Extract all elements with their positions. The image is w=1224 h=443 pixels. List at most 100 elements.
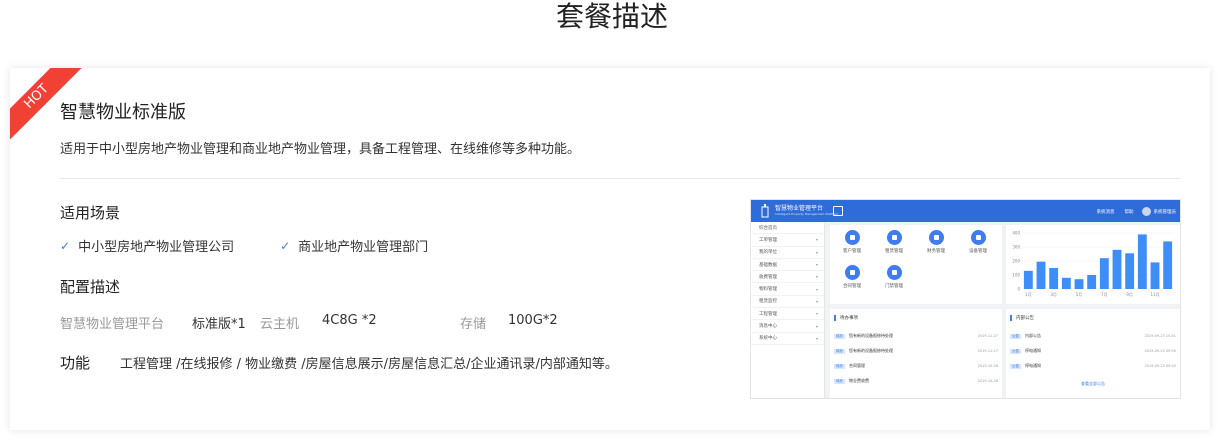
config-platform-label: 智慧物业管理平台 xyxy=(60,317,165,332)
x-tick-label: 3月 xyxy=(1050,292,1057,297)
shot-help: 帮助 xyxy=(1124,209,1134,215)
chevron-down-icon: ▾ xyxy=(815,335,818,341)
sidebar-item[interactable]: 基础数据 ▾ xyxy=(751,259,824,272)
quick-action[interactable]: 财务管理 xyxy=(916,230,956,254)
chevron-down-icon: ▾ xyxy=(815,311,818,317)
sidebar-item[interactable]: 工单管理 ▾ xyxy=(751,234,824,247)
shot-sidebar: 综合首页 工单管理 ▾ 我的单位 ▾ 基础数据 ▾ 收费管理 ▾ 物料管理 ▾ 租赁监控 ▾ 工程管理 ▾ 消… xyxy=(751,222,825,398)
y-tick-label: 400 xyxy=(1012,231,1020,236)
chart-bar xyxy=(1137,234,1147,289)
list-item[interactable]: 公告 停电通知 2019-09-23 09:00 xyxy=(1010,361,1176,371)
notice-title: 内部公告 xyxy=(1010,315,1034,321)
sidebar-item-label: 基础数据 xyxy=(759,262,777,268)
chart-bar xyxy=(1036,261,1046,289)
status-badge: 待办 xyxy=(834,363,845,369)
list-item[interactable]: 待办 物业费收费 2019-10-28 xyxy=(834,376,998,386)
quick-action[interactable]: 租赁管理 xyxy=(874,230,914,254)
sidebar-item[interactable]: 系统中心 ▾ xyxy=(751,333,824,345)
list-item[interactable]: 待办 您有新的设备报修待处理 2019-11-27 xyxy=(834,331,998,341)
config-storage-label: 存储 xyxy=(460,317,487,332)
sidebar-item[interactable]: 消息中心 ▾ xyxy=(751,320,824,333)
list-item-date: 2019-11-27 xyxy=(977,349,998,353)
chevron-down-icon: ▾ xyxy=(815,262,818,268)
sidebar-item[interactable]: 工程管理 ▾ xyxy=(751,308,824,321)
scenes-title: 适用场景 xyxy=(60,204,121,222)
y-tick-label: 200 xyxy=(1012,259,1020,264)
quick-action-label: 租赁管理 xyxy=(885,249,903,254)
scene-item: ✓ 中小型房地产物业管理公司 xyxy=(60,236,235,256)
status-badge: 待办 xyxy=(834,348,845,354)
config-row: 智慧物业管理平台 标准版*1 云主机 4C8G *2 存储 100G*2 xyxy=(60,313,558,332)
list-item-text: 停电通知 xyxy=(1025,348,1041,353)
list-item-text: 内部公告 xyxy=(1025,333,1041,338)
quick-action-label: 客户管理 xyxy=(843,249,861,254)
check-icon: ✓ xyxy=(60,238,71,253)
list-item-text: 您有新的设备报修待处理 xyxy=(849,348,893,353)
todo-panel: 待办事项 待办 您有新的设备报修待处理 2019-11-27 待办 您有新的设备报修待处… xyxy=(830,309,1002,398)
sidebar-item-label: 收费管理 xyxy=(759,274,777,280)
shot-msg: 系统消息 xyxy=(1096,209,1115,215)
list-item[interactable]: 待办 合同管理 2019-10-28 xyxy=(834,361,998,371)
module-icon xyxy=(886,230,902,245)
plan-card: HOT 智慧物业标准版 适用于中小型房地产物业管理和商业地产物业管理，具备工程管… xyxy=(10,68,1210,430)
list-item-date: 2019-10-28 xyxy=(977,364,998,368)
list-item-text: 停电通知 xyxy=(1025,363,1041,368)
product-screenshot: 智慧物业管理平台 Intelligent Property Management… xyxy=(750,199,1181,399)
sidebar-item[interactable]: 收费管理 ▾ xyxy=(751,271,824,284)
list-item[interactable]: 公告 内部公告 2019-09-23 15:41 xyxy=(1010,331,1176,341)
sidebar-item-label: 工单管理 xyxy=(759,237,777,243)
sidebar-item-label: 我的单位 xyxy=(759,250,777,256)
status-badge: 待办 xyxy=(834,333,845,339)
sidebar-item-label: 工程管理 xyxy=(759,311,777,317)
x-tick-label: 9月 xyxy=(1126,292,1133,297)
chevron-down-icon: ▾ xyxy=(815,237,818,243)
quick-action-label: 设备管理 xyxy=(969,249,987,254)
config-host-label: 云主机 xyxy=(260,317,300,332)
scene-label: 商业地产物业管理部门 xyxy=(298,240,429,255)
chart-bar xyxy=(1049,268,1059,289)
list-item[interactable]: 公告 停电通知 2019-09-23 09:00 xyxy=(1010,346,1176,356)
shot-header: 智慧物业管理平台 Intelligent Property Management… xyxy=(751,200,1180,222)
chevron-down-icon: ▾ xyxy=(815,323,818,329)
chart-bar xyxy=(1112,249,1122,289)
sidebar-item[interactable]: 物料管理 ▾ xyxy=(751,283,824,296)
quick-action[interactable]: 合同管理 xyxy=(832,265,872,289)
shot-app-subtitle: Intelligent Property Management Platform xyxy=(775,212,839,216)
y-tick-label: 100 xyxy=(1012,273,1020,278)
config-host-value: 4C8G *2 xyxy=(322,313,377,328)
chart-bar xyxy=(1023,270,1033,289)
sidebar-item-label: 系统中心 xyxy=(759,336,777,342)
sidebar-item[interactable]: 综合首页 xyxy=(751,222,824,235)
sidebar-item-label: 租赁监控 xyxy=(759,299,777,305)
module-icon xyxy=(844,230,860,245)
quick-action[interactable]: 客户管理 xyxy=(832,230,872,254)
chevron-down-icon: ▾ xyxy=(815,274,818,280)
chart-bar xyxy=(1150,262,1160,289)
avatar xyxy=(1141,207,1151,216)
list-item[interactable]: 待办 您有新的设备报修待处理 2019-11-27 xyxy=(834,346,998,356)
list-item-date: 2019-09-23 15:41 xyxy=(1144,334,1176,338)
view-all-link[interactable]: 查看全部公告 xyxy=(1006,381,1180,387)
quick-action-label: 门禁管理 xyxy=(885,284,903,289)
chart-bar xyxy=(1163,241,1173,289)
quick-action[interactable]: 设备管理 xyxy=(958,230,998,254)
chart-bar xyxy=(1099,258,1109,289)
scene-item: ✓ 商业地产物业管理部门 xyxy=(280,236,429,256)
list-item-date: 2019-09-23 09:00 xyxy=(1144,364,1176,368)
sidebar-item[interactable]: 我的单位 ▾ xyxy=(751,247,824,259)
building-logo-icon xyxy=(761,204,769,218)
module-icon xyxy=(970,230,986,245)
plan-description: 适用于中小型房地产物业管理和商业地产物业管理，具备工程管理、在线维修等多种功能。 xyxy=(60,142,581,157)
sidebar-item[interactable]: 租赁监控 ▾ xyxy=(751,296,824,309)
shot-user: 系统管理员 xyxy=(1153,209,1177,215)
scene-label: 中小型房地产物业管理公司 xyxy=(78,240,235,255)
quick-action[interactable]: 门禁管理 xyxy=(874,265,914,289)
function-row: 功能 工程管理 /在线报修 / 物业缴费 /房屋信息展示/房屋信息汇总/企业通讯… xyxy=(60,352,618,373)
chart-bar xyxy=(1125,253,1135,289)
list-item-text: 合同管理 xyxy=(849,363,865,368)
module-icon xyxy=(844,265,860,280)
config-platform-value: 标准版*1 xyxy=(192,317,246,332)
quick-action-label: 财务管理 xyxy=(927,249,945,254)
chart-bar xyxy=(1074,279,1084,289)
check-icon: ✓ xyxy=(280,238,291,253)
